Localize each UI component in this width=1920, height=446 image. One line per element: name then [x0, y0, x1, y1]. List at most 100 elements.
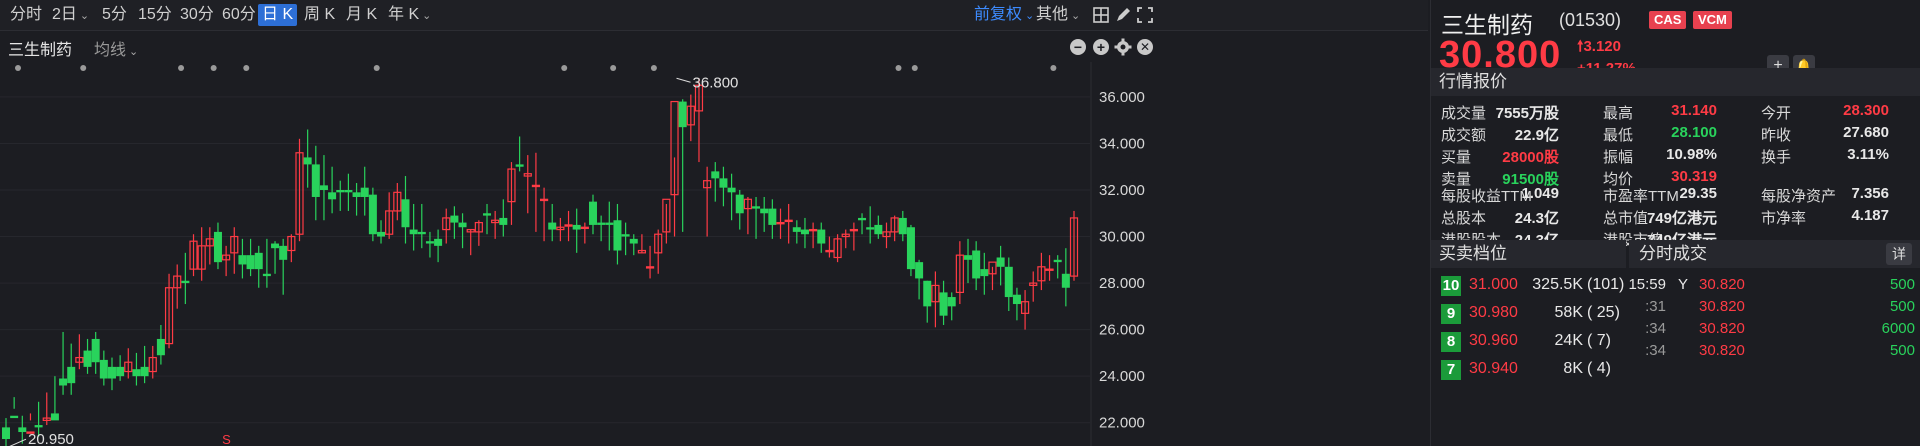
candle	[246, 238, 255, 277]
y-tick-label: 22.000	[1099, 415, 1145, 432]
draw-pen-icon[interactable]	[1114, 6, 1132, 24]
orderbook-count: ( 25)	[1587, 304, 1620, 321]
candle-body	[923, 280, 932, 307]
candle-body	[336, 190, 345, 193]
quote-label: 今开	[1761, 105, 1792, 122]
candle-body	[980, 269, 989, 277]
fundamental-value: 7.356	[1851, 185, 1889, 202]
candle-body	[792, 227, 801, 232]
candle	[319, 155, 328, 221]
chevron-down-icon: ⌄	[1071, 10, 1081, 22]
orderbook-price: 30.940	[1469, 360, 1518, 377]
candle	[181, 252, 190, 305]
candle	[556, 217, 565, 242]
candle-body	[605, 222, 614, 225]
candle-body	[246, 255, 255, 270]
candle	[271, 241, 280, 274]
period-label: 年 K	[388, 6, 420, 23]
candle	[238, 238, 247, 279]
other-dropdown[interactable]: 其他 ⌄	[1032, 4, 1084, 26]
period-tab-60min[interactable]: 60分	[218, 4, 260, 26]
period-tab-yearly[interactable]: 年 K ⌄	[384, 4, 435, 26]
candle	[213, 222, 222, 270]
candle	[205, 227, 214, 265]
candle-body	[34, 425, 43, 428]
candle-body	[83, 350, 92, 367]
candle	[523, 155, 532, 214]
period-tab-15min[interactable]: 15分	[134, 4, 176, 26]
orderbook-volume: 58K	[1554, 304, 1583, 321]
period-tab-daily[interactable]: 日 K	[258, 4, 298, 26]
orderbook-volume: 8K	[1563, 360, 1583, 377]
period-tab-5min[interactable]: 5分	[98, 4, 131, 26]
close-chart-icon[interactable]: ✕	[1137, 39, 1153, 55]
candle	[752, 196, 761, 239]
trade-price: 30.820	[1699, 276, 1745, 293]
candle-body	[425, 241, 434, 244]
period-tab-30min[interactable]: 30分	[176, 4, 218, 26]
cas-badge[interactable]: CAS	[1649, 11, 1687, 29]
candle-body	[817, 229, 826, 244]
indicator-dropdown[interactable]: 均线 ⌄	[94, 36, 138, 60]
period-tab-2day[interactable]: 2日 ⌄	[48, 4, 93, 26]
candle-body	[59, 378, 68, 386]
candle	[833, 234, 842, 263]
candle-body	[588, 201, 597, 225]
zoom-out-icon[interactable]: −	[1070, 39, 1086, 55]
candle	[906, 224, 915, 277]
indicator-label: 均线	[94, 42, 127, 59]
fullscreen-icon[interactable]	[1136, 6, 1154, 24]
candle	[613, 203, 622, 265]
candle	[99, 350, 108, 386]
settings-gear-icon[interactable]	[1114, 38, 1132, 56]
candle	[621, 222, 630, 256]
candle	[116, 355, 125, 381]
candle-body	[800, 229, 809, 235]
candle-body	[91, 338, 100, 363]
fundamental-value: 24.3亿	[1514, 210, 1559, 227]
candle-body	[483, 213, 492, 216]
vcm-badge[interactable]: VCM	[1693, 11, 1732, 29]
candle	[890, 215, 899, 242]
candle	[1053, 255, 1062, 279]
zoom-in-icon[interactable]: +	[1093, 39, 1109, 55]
candle-body	[417, 231, 426, 235]
grid-layout-icon[interactable]	[1092, 6, 1110, 24]
candle-body	[613, 220, 622, 251]
candle-body	[360, 187, 369, 197]
event-dot	[178, 65, 185, 71]
candle-body	[303, 157, 312, 165]
candle-body	[898, 217, 907, 235]
chart-stock-name: 三生制药	[8, 42, 73, 59]
candle-body	[458, 222, 467, 228]
event-dot	[1050, 65, 1057, 71]
candle-body	[319, 185, 328, 190]
candle-body	[279, 245, 288, 260]
candle-body	[67, 366, 76, 384]
period-tab-monthly[interactable]: 月 K	[342, 4, 381, 26]
adjust-dropdown[interactable]: 前复权 ⌄	[970, 4, 1038, 26]
candle	[491, 210, 500, 239]
candle-body	[711, 171, 720, 179]
candle	[107, 357, 116, 391]
candle	[988, 261, 997, 291]
candle	[605, 201, 614, 251]
candle	[670, 100, 679, 237]
candle	[59, 331, 68, 395]
trade-volume: 500	[1889, 298, 1915, 315]
candle	[735, 190, 744, 230]
candle-body	[645, 266, 655, 269]
period-tab-weekly[interactable]: 周 K	[300, 4, 339, 26]
candle	[1004, 257, 1013, 312]
period-tab-fenshi[interactable]: 分时	[6, 4, 46, 26]
candle	[792, 220, 801, 244]
candle-body	[539, 198, 549, 202]
candle-body	[434, 238, 443, 246]
candle-body	[947, 297, 956, 307]
candle	[42, 392, 51, 426]
y-tick-label: 32.000	[1099, 182, 1145, 199]
candle	[466, 228, 475, 256]
event-dot	[15, 65, 21, 71]
detail-button[interactable]: 详	[1886, 243, 1912, 265]
candle	[409, 203, 418, 251]
